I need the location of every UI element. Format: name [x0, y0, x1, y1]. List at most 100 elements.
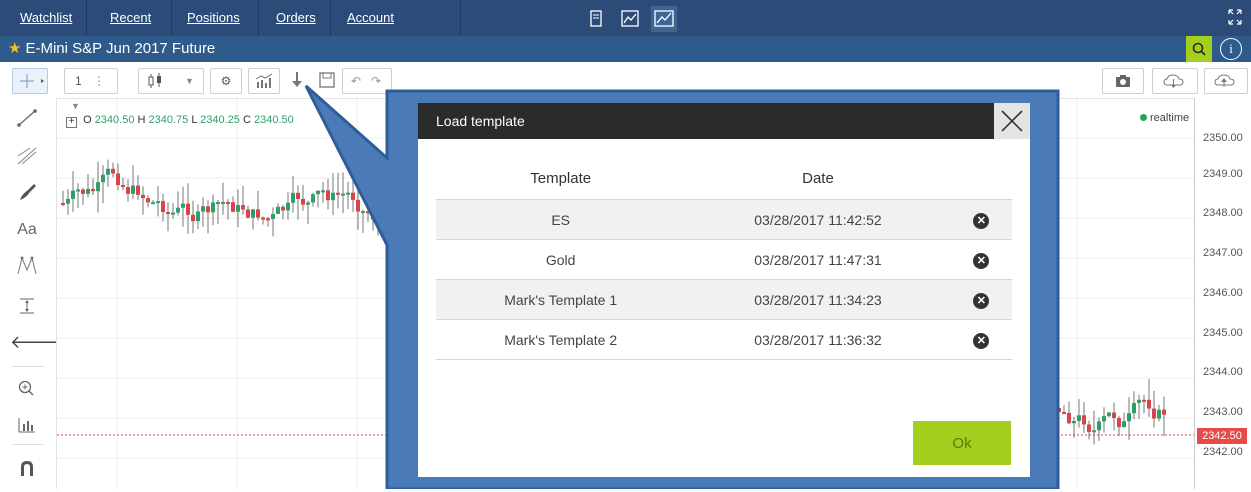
realtime-status: realtime [1140, 112, 1189, 124]
candle-body [1122, 421, 1126, 428]
candle-body [301, 198, 305, 205]
text-tool[interactable]: Aa [10, 216, 44, 244]
candle-body [346, 192, 350, 195]
plus-box-icon[interactable]: + [66, 117, 77, 128]
cloud-upload-button[interactable] [1204, 68, 1248, 94]
candle-body [211, 202, 215, 213]
delete-icon[interactable]: ✕ [973, 252, 990, 269]
instrument-title: E-Mini S&P Jun 2017 Future [25, 40, 216, 57]
candle-body [126, 187, 130, 194]
candle-body [376, 219, 380, 222]
expand-icon[interactable] [1227, 8, 1243, 27]
candle-body [1072, 420, 1076, 424]
redo-icon[interactable]: ↷ [371, 69, 381, 93]
fib-tool-icon[interactable] [10, 142, 44, 170]
brush-icon[interactable] [10, 178, 44, 206]
candle-body [341, 193, 345, 196]
candle-body [281, 206, 285, 211]
candle-body [1062, 412, 1066, 415]
indicators-button[interactable] [248, 68, 280, 94]
tab-recent[interactable]: Recent [110, 0, 151, 36]
load-template-button[interactable] [284, 68, 310, 92]
candle-body [1112, 412, 1116, 419]
star-icon[interactable]: ★ [8, 40, 21, 57]
chart-type-select[interactable]: ▼ [138, 68, 204, 94]
document-view-icon[interactable] [583, 6, 609, 32]
search-button[interactable] [1186, 36, 1212, 62]
candle-body [366, 211, 370, 214]
measure-icon[interactable] [10, 292, 44, 320]
candle-body [116, 173, 120, 186]
camera-icon [1116, 75, 1130, 87]
candle-body [226, 201, 230, 204]
crosshair-icon [20, 74, 44, 88]
cloud-download-icon [1163, 74, 1184, 88]
candle-body [321, 190, 325, 193]
table-row[interactable]: Mark's Template 1 03/28/2017 11:34:23 ✕ [436, 279, 1012, 320]
close-button[interactable] [994, 103, 1030, 139]
chart-doc-view-icon[interactable] [617, 6, 643, 32]
close-label: C [242, 114, 251, 126]
nav-divider [330, 0, 331, 36]
low-value: 2340.25 [200, 114, 240, 126]
candle-body [61, 203, 65, 205]
settings-button[interactable]: ⚙ [210, 68, 242, 94]
table-row[interactable]: Mark's Template 2 03/28/2017 11:36:32 ✕ [436, 319, 1012, 360]
table-row[interactable]: Gold 03/28/2017 11:47:31 ✕ [436, 239, 1012, 280]
axis-tick: 2344.00 [1203, 366, 1243, 378]
open-value: 2340.50 [94, 114, 135, 126]
delete-icon[interactable]: ✕ [973, 212, 990, 229]
tab-orders[interactable]: Orders [276, 0, 316, 36]
candle-body [316, 190, 320, 195]
axis-tick: 2347.00 [1203, 247, 1243, 259]
magnet-icon[interactable] [10, 454, 44, 482]
price-axis[interactable]: 2350.00 2349.00 2348.00 2347.00 2346.00 … [1194, 98, 1251, 489]
cloud-download-button[interactable] [1152, 68, 1198, 94]
interval-select[interactable]: 1 ⋮ ▼ [64, 68, 118, 111]
candle-body [361, 211, 365, 214]
candle-body [151, 202, 155, 205]
candle-body [236, 205, 240, 212]
info-icon[interactable]: i [1220, 38, 1242, 60]
load-template-dialog: Load template Template Date ES 03/28/201… [418, 103, 1030, 477]
candle-body [1137, 399, 1141, 404]
undo-icon[interactable]: ↶ [351, 69, 361, 93]
candle-body [1152, 408, 1156, 419]
candle-body [271, 213, 275, 219]
candle-body [206, 206, 210, 213]
screenshot-button[interactable] [1102, 68, 1144, 94]
zoom-in-icon[interactable] [10, 374, 44, 402]
candle-body [86, 188, 90, 194]
candle-body [186, 203, 190, 215]
template-name: ES [436, 199, 686, 240]
arrow-left-icon[interactable]: 🡐 [10, 328, 58, 356]
template-date: 03/28/2017 11:36:32 [685, 319, 951, 360]
template-name: Mark's Template 2 [436, 319, 686, 360]
delete-icon[interactable]: ✕ [973, 332, 990, 349]
candle-body [1092, 430, 1096, 433]
table-header-row: Template Date [436, 157, 1012, 200]
candle-body [106, 168, 110, 175]
chart-view-icon[interactable] [651, 6, 677, 32]
toolbar-divider [12, 444, 44, 445]
tab-account[interactable]: Account [347, 0, 394, 36]
candle-body [166, 212, 170, 215]
candle-body [101, 174, 105, 183]
crosshair-button[interactable] [12, 68, 48, 94]
volume-profile-icon[interactable] [10, 410, 44, 438]
top-nav: Watchlist Recent Positions Orders Accoun… [0, 0, 1251, 36]
candle-body [146, 198, 150, 203]
candle-body [1082, 415, 1086, 425]
trend-line-icon[interactable] [10, 104, 44, 132]
table-row[interactable]: ES 03/28/2017 11:42:52 ✕ [436, 199, 1012, 240]
pattern-icon[interactable] [10, 252, 44, 280]
candle-body [71, 190, 75, 199]
candle-body [221, 201, 225, 204]
candle-body [356, 199, 360, 212]
ok-button[interactable]: Ok [913, 421, 1011, 465]
tab-positions[interactable]: Positions [187, 0, 240, 36]
delete-icon[interactable]: ✕ [973, 292, 990, 309]
template-date: 03/28/2017 11:42:52 [685, 199, 951, 240]
save-template-button[interactable] [314, 68, 340, 92]
tab-watchlist[interactable]: Watchlist [20, 0, 72, 36]
